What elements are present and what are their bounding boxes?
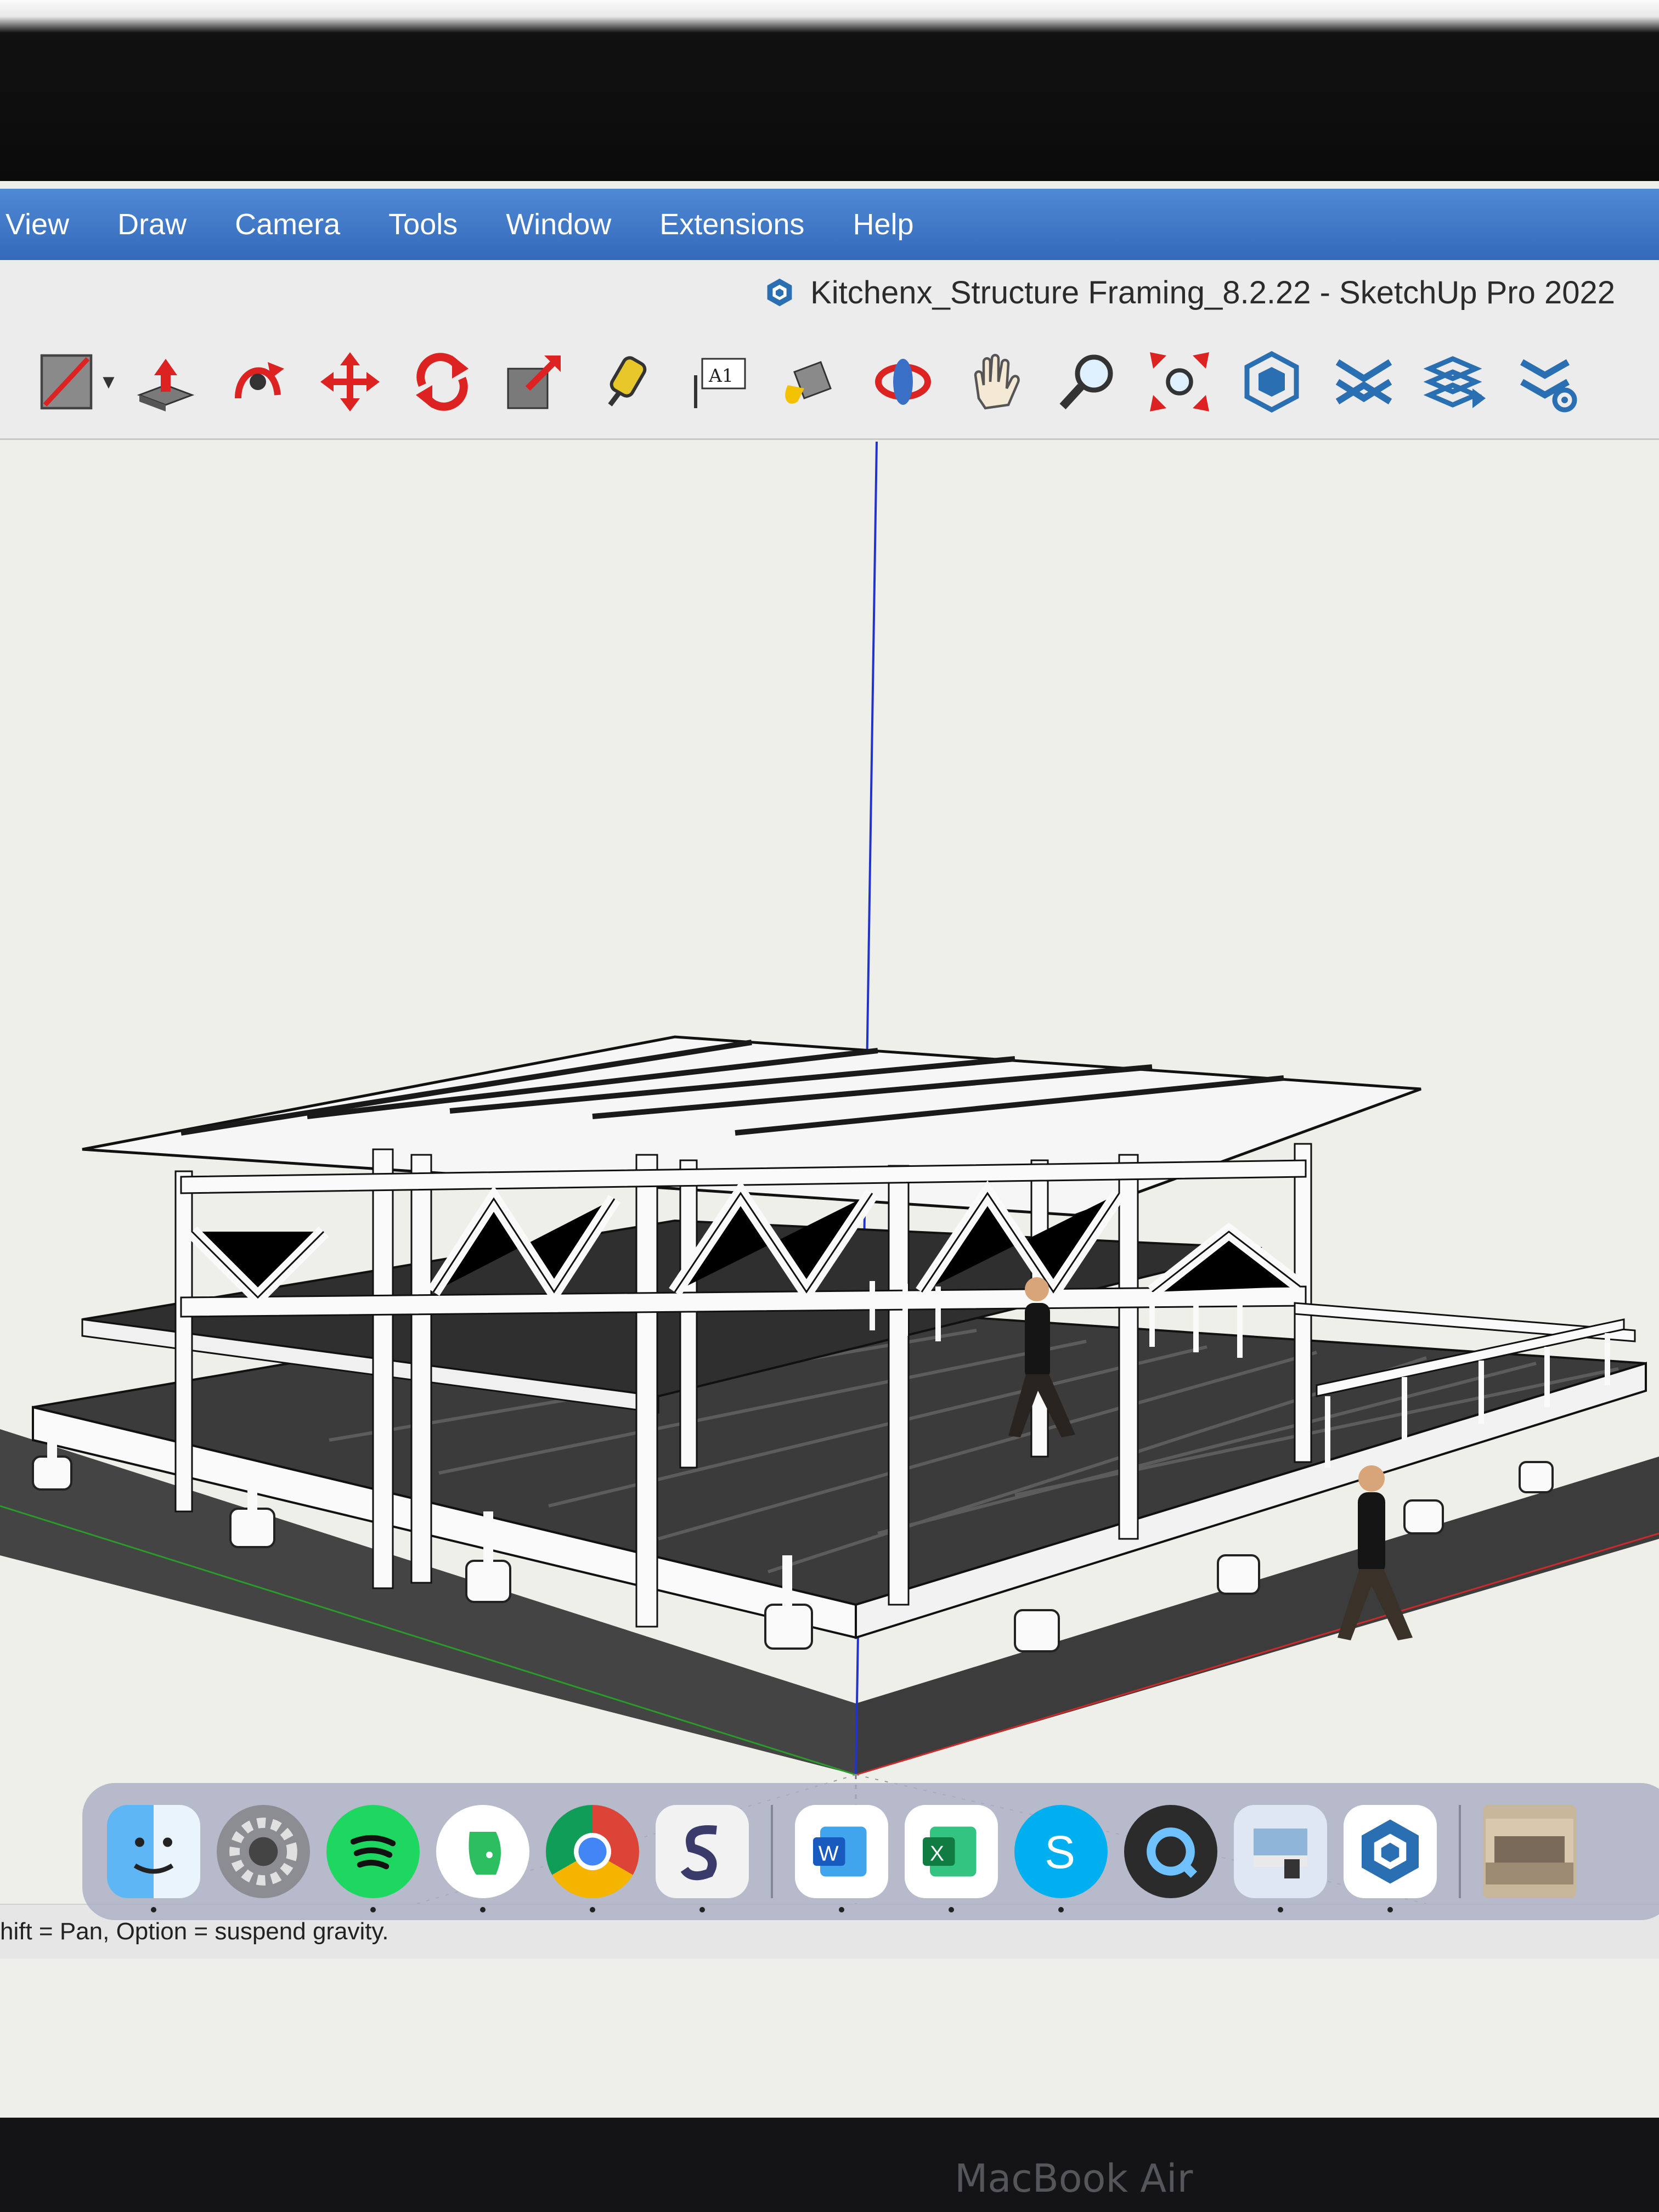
dock-finder[interactable] xyxy=(107,1805,200,1912)
rotate-tool-button[interactable] xyxy=(396,336,488,428)
dock-system-preferences[interactable] xyxy=(217,1805,310,1898)
push-pull-icon xyxy=(137,358,195,411)
scrivener-icon xyxy=(680,1825,717,1881)
orbit-tool-button[interactable] xyxy=(857,336,949,428)
zoom-tool-button[interactable] xyxy=(1041,336,1133,428)
screen-bezel-top xyxy=(0,0,1659,181)
menu-tools[interactable]: Tools xyxy=(364,207,482,241)
device-brand-label: MacBook Air xyxy=(955,2156,1193,2201)
menu-extensions[interactable]: Extensions xyxy=(635,207,828,241)
menu-window[interactable]: Window xyxy=(482,207,635,241)
extension-warehouse-icon xyxy=(1335,359,1392,404)
dock-excel[interactable]: X xyxy=(905,1805,998,1912)
dock-scrivener[interactable] xyxy=(656,1805,749,1912)
dock-separator xyxy=(771,1805,773,1898)
follow-me-icon xyxy=(235,362,284,398)
zoom-extents-tool-button[interactable] xyxy=(1133,336,1226,428)
tape-measure-icon xyxy=(608,356,647,407)
dock-chrome[interactable] xyxy=(546,1805,639,1912)
excel-icon: X xyxy=(923,1826,977,1877)
dock-quicktime[interactable] xyxy=(1124,1805,1217,1898)
dock-evernote[interactable] xyxy=(436,1805,529,1912)
dock-preview[interactable] xyxy=(1234,1805,1327,1912)
text-tool-button[interactable]: A1 xyxy=(673,336,765,428)
text-tool-label: A1 xyxy=(708,365,733,386)
menu-bar: View Draw Camera Tools Window Extensions… xyxy=(0,189,1659,260)
layout-send-tool-button[interactable] xyxy=(1410,336,1502,428)
large-toolset-toolbar: ▼ A1 xyxy=(0,325,1659,440)
dock-sketchup[interactable] xyxy=(1344,1805,1437,1912)
rotate-icon xyxy=(416,352,469,411)
paint-bucket-icon xyxy=(785,360,832,404)
pan-icon xyxy=(974,353,1020,409)
svg-text:X: X xyxy=(930,1842,944,1865)
scale-icon xyxy=(507,355,561,409)
quicktime-icon xyxy=(1147,1827,1197,1878)
3d-warehouse-icon xyxy=(1244,351,1299,413)
word-icon: W xyxy=(813,1826,867,1877)
dock-separator xyxy=(1459,1805,1461,1898)
menu-draw[interactable]: Draw xyxy=(93,207,211,241)
scale-tool-button[interactable] xyxy=(488,336,580,428)
status-message: hift = Pan, Option = suspend gravity. xyxy=(0,1918,389,1945)
photos-icon xyxy=(1486,1819,1573,1884)
layout-send-icon xyxy=(1423,356,1486,408)
skype-icon: S xyxy=(1045,1826,1075,1878)
extension-warehouse-tool-button[interactable] xyxy=(1318,336,1410,428)
svg-text:W: W xyxy=(819,1842,839,1865)
chrome-icon xyxy=(574,1833,611,1870)
line-icon xyxy=(40,354,93,409)
zoom-extents-icon xyxy=(1150,352,1209,411)
extension-manager-tool-button[interactable] xyxy=(1502,336,1594,428)
sketchup-icon xyxy=(1362,1819,1419,1884)
chevron-down-icon[interactable]: ▼ xyxy=(98,336,120,428)
screen-bezel-bottom xyxy=(0,2118,1659,2212)
push-pull-tool-button[interactable] xyxy=(120,336,212,428)
menu-help[interactable]: Help xyxy=(828,207,938,241)
menu-camera[interactable]: Camera xyxy=(211,207,364,241)
model-viewport[interactable] xyxy=(0,441,1659,1904)
orbit-icon xyxy=(875,358,931,405)
zoom-icon xyxy=(1059,354,1113,409)
menu-view[interactable]: View xyxy=(0,207,93,241)
spotify-icon xyxy=(350,1835,396,1870)
follow-me-tool-button[interactable] xyxy=(212,336,304,428)
model-canvas[interactable] xyxy=(0,441,1659,1904)
paint-bucket-tool-button[interactable] xyxy=(765,336,857,428)
pan-tool-button[interactable] xyxy=(949,336,1041,428)
dock-skype[interactable]: S xyxy=(1014,1805,1108,1912)
3d-warehouse-tool-button[interactable] xyxy=(1226,336,1318,428)
macos-dock: W X S xyxy=(82,1783,1659,1920)
system-preferences-icon xyxy=(229,1818,297,1886)
move-tool-button[interactable] xyxy=(304,336,396,428)
dock-word[interactable]: W xyxy=(795,1805,888,1912)
preview-icon xyxy=(1254,1829,1307,1878)
dock-spotify[interactable] xyxy=(326,1805,420,1912)
extension-manager-icon xyxy=(1520,359,1577,412)
tape-measure-tool-button[interactable] xyxy=(580,336,673,428)
evernote-icon xyxy=(469,1832,501,1875)
sketchup-icon xyxy=(767,278,792,307)
svg-text:S: S xyxy=(1045,1826,1075,1878)
finder-icon xyxy=(133,1837,174,1874)
window-title-bar: Kitchenx_Structure Framing_8.2.22 - Sket… xyxy=(0,260,1659,325)
move-icon xyxy=(320,352,380,411)
window-title: Kitchenx_Structure Framing_8.2.22 - Sket… xyxy=(810,274,1615,311)
text-icon: A1 xyxy=(694,358,746,408)
dock-photos[interactable] xyxy=(1483,1805,1576,1898)
